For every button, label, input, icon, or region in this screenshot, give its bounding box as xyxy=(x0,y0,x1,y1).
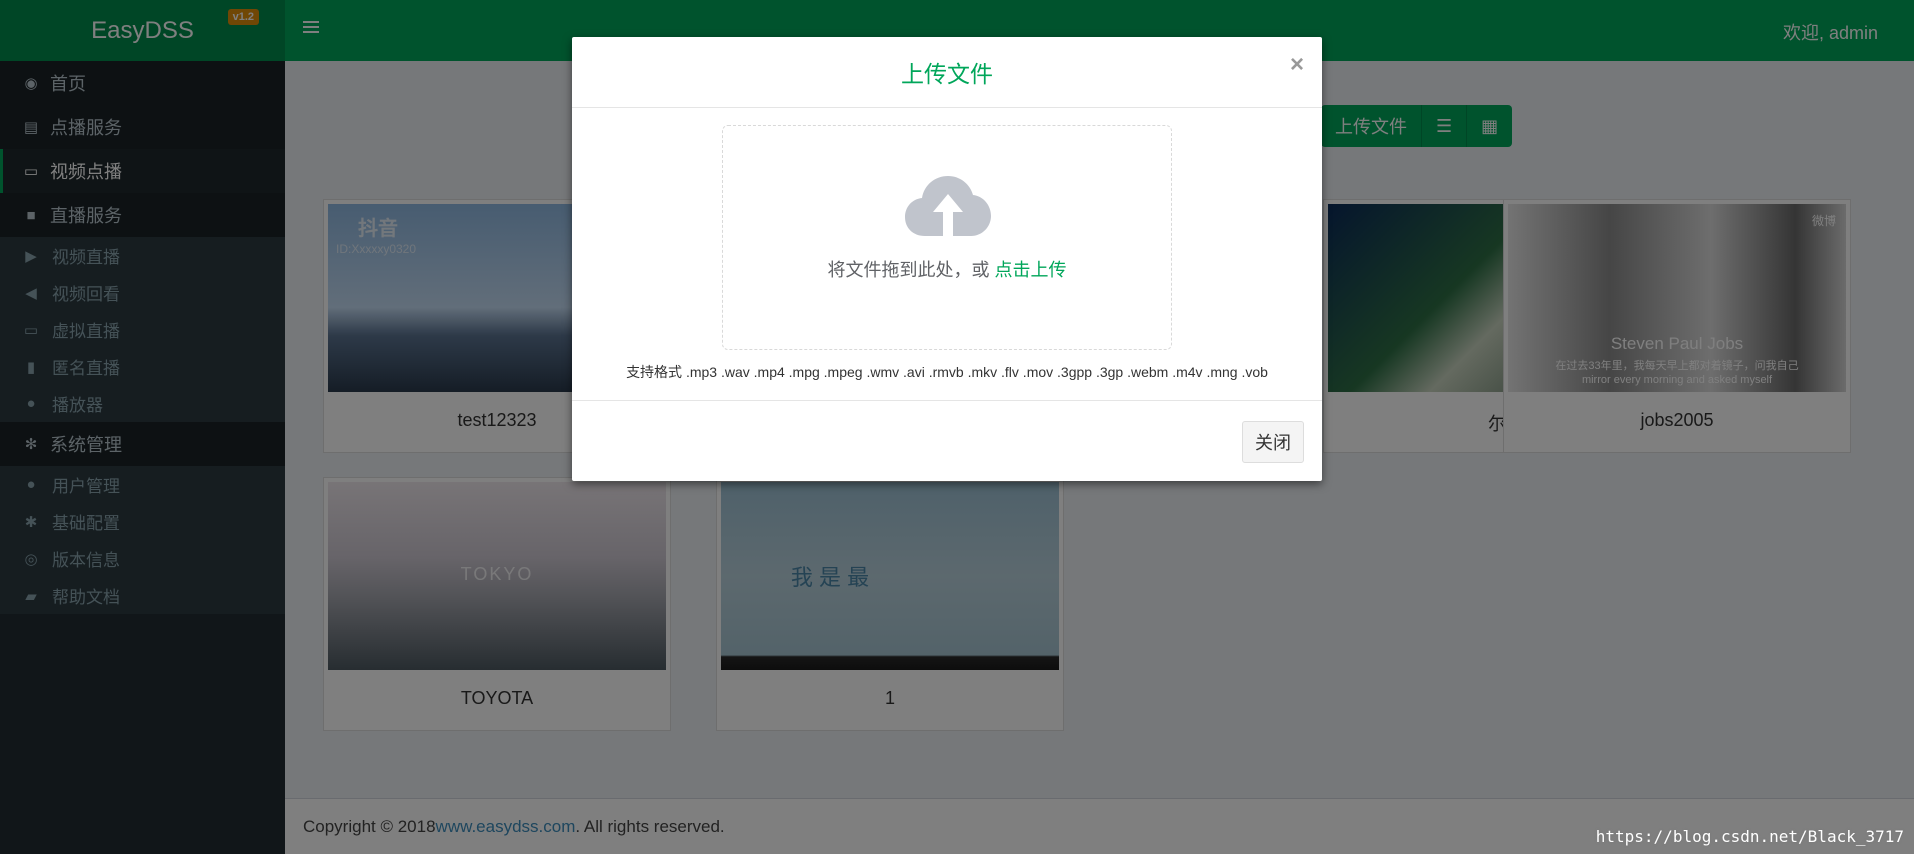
dialog-title: 上传文件 xyxy=(901,61,993,87)
close-button[interactable]: 关闭 xyxy=(1242,421,1304,463)
csdn-watermark: https://blog.csdn.net/Black_3717 xyxy=(1595,827,1904,846)
cloud-upload-icon xyxy=(905,176,991,236)
dialog-footer: 关闭 xyxy=(572,400,1322,481)
upload-dropzone[interactable]: 将文件拖到此处，或 点击上传 xyxy=(722,125,1172,350)
close-icon[interactable]: × xyxy=(1290,51,1304,79)
supported-formats: 支持格式 .mp3 .wav .mp4 .mpg .mpeg .wmv .avi… xyxy=(626,364,1268,380)
upload-dialog: 上传文件 × 将文件拖到此处，或 点击上传 支持格式 .mp3 .wav .mp… xyxy=(572,37,1322,481)
drop-hint: 将文件拖到此处，或 点击上传 xyxy=(827,260,1067,280)
dialog-header: 上传文件 × xyxy=(572,37,1322,108)
click-upload-link[interactable]: 点击上传 xyxy=(995,260,1067,280)
